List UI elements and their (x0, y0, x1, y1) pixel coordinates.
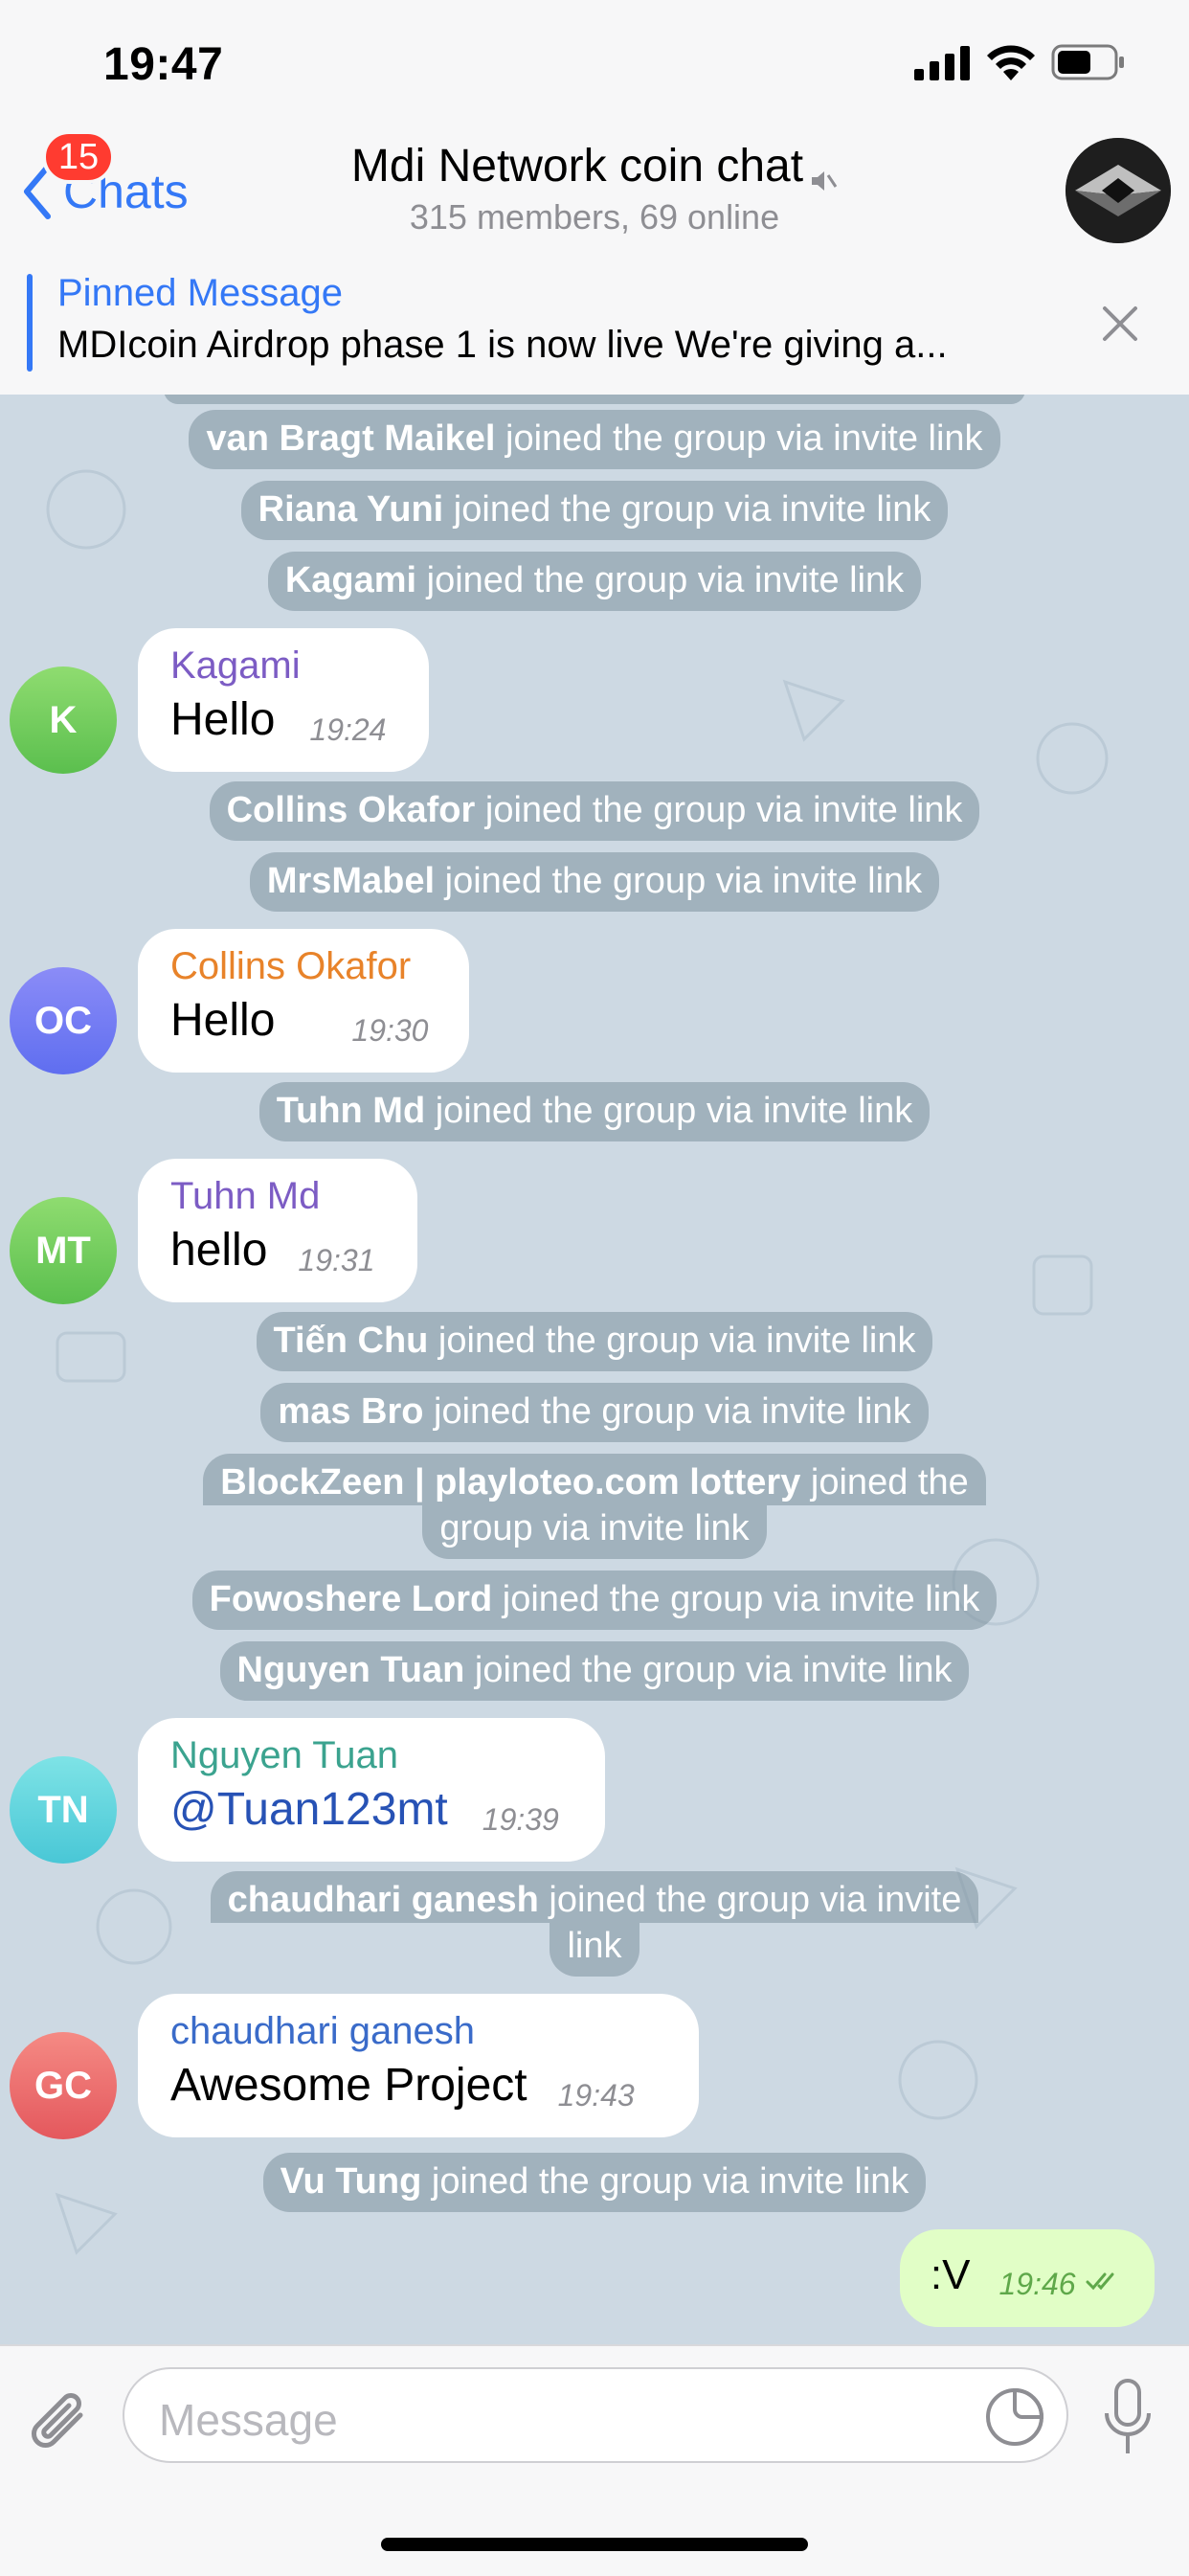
service-user[interactable]: mas Bro (278, 1391, 423, 1432)
message-bubble[interactable]: chaudhari ganesh Awesome Project 19:43 (138, 1994, 699, 2137)
service-message: Fowoshere Lord joined the group via invi… (0, 1570, 1189, 1630)
close-icon[interactable] (1099, 303, 1141, 345)
paperclip-icon[interactable] (27, 2386, 94, 2463)
service-text: joined the group via invite link (492, 1579, 980, 1619)
sender-name[interactable]: Collins Okafor (170, 942, 437, 990)
message-bubble[interactable]: Kagami Hello 19:24 (138, 628, 429, 772)
chat-title-text: Mdi Network coin chat (350, 141, 804, 192)
sender-name[interactable]: Kagami (170, 642, 396, 689)
sender-name[interactable]: Nguyen Tuan (170, 1731, 572, 1779)
service-text: joined the group via invite (538, 1880, 962, 1920)
group-logo-icon (1066, 138, 1171, 243)
service-message: Kagami joined the group via invite link (0, 552, 1189, 611)
service-user[interactable]: van Bragt Maikel (206, 418, 495, 459)
chat-title[interactable]: Mdi Network coin chat (0, 140, 1189, 192)
service-text: joined the group via invite link (443, 489, 931, 530)
mention-link[interactable]: @Tuan123mt (170, 1784, 448, 1835)
service-message: mas Bro joined the group via invite link (0, 1383, 1189, 1442)
service-user[interactable]: Vu Tung (280, 2161, 422, 2202)
signal-icon (914, 46, 970, 80)
service-user[interactable]: Tiến Chu (274, 1321, 429, 1361)
service-user[interactable]: Nguyen Tuan (237, 1650, 465, 1690)
message-input[interactable]: Message (123, 2367, 1068, 2463)
message-text: Hello (170, 694, 276, 745)
service-text: joined the group via invite link (435, 861, 923, 901)
pinned-accent-bar (27, 274, 33, 372)
status-time: 19:47 (103, 39, 224, 90)
service-text: joined the group via invite link (495, 418, 983, 459)
speaker-muted-icon (809, 154, 838, 192)
service-text: joined the group via invite link (423, 1391, 911, 1432)
pinned-text: MDIcoin Airdrop phase 1 is now live We'r… (57, 324, 948, 366)
service-message: BlockZeen | playloteo.com lottery joined… (0, 1454, 1189, 1559)
service-user[interactable]: Kagami (285, 560, 416, 600)
service-message: Nguyen Tuan joined the group via invite … (0, 1641, 1189, 1701)
service-text: joined the group via invite link (421, 2161, 909, 2202)
home-indicator (381, 2538, 808, 2551)
service-message: Collins Okafor joined the group via invi… (0, 781, 1189, 841)
service-user[interactable]: Collins Okafor (227, 790, 476, 830)
service-user[interactable]: BlockZeen | playloteo.com lottery (220, 1462, 800, 1503)
message-time: 19:31 (298, 1243, 375, 1277)
service-text: joined the group via invite link (425, 1091, 913, 1131)
service-message: Tuhn Md joined the group via invite link (0, 1082, 1189, 1141)
avatar[interactable]: MT (10, 1197, 117, 1304)
sticker-icon[interactable] (984, 2386, 1045, 2448)
service-message: chaudhari ganesh joined the group via in… (0, 1871, 1189, 1977)
message-time: 19:39 (482, 1802, 559, 1837)
avatar[interactable]: TN (10, 1756, 117, 1864)
chat-subtitle: 315 members, 69 online (409, 197, 780, 237)
avatar[interactable]: K (10, 667, 117, 774)
message-bubble[interactable]: Collins Okafor Hello 19:30 (138, 929, 469, 1073)
message-text: hello (170, 1225, 268, 1276)
message-time: 19:24 (309, 712, 387, 747)
service-text: joined the group via invite link (416, 560, 905, 600)
message-text: Awesome Project (170, 2060, 527, 2111)
status-bar: 19:47 (0, 0, 1189, 124)
pinned-title: Pinned Message (57, 272, 343, 314)
service-message: Tiến Chu joined the group via invite lin… (0, 1312, 1189, 1371)
avatar[interactable]: GC (10, 2032, 117, 2139)
service-message: Vu Tung joined the group via invite link (0, 2153, 1189, 2212)
message-bubble[interactable]: Nguyen Tuan @Tuan123mt 19:39 (138, 1718, 605, 1862)
service-text-continued: group via invite link (422, 1505, 767, 1559)
service-message (0, 395, 1189, 409)
composer: Message (0, 2344, 1189, 2576)
wifi-icon (987, 45, 1035, 80)
avatar[interactable]: OC (10, 967, 117, 1074)
message-time: 19:43 (557, 2078, 635, 2113)
message-bubble[interactable]: Tuhn Md hello 19:31 (138, 1159, 417, 1302)
service-user[interactable]: Fowoshere Lord (210, 1579, 493, 1619)
message-time: 19:46 (998, 2267, 1076, 2301)
pinned-message[interactable]: Pinned Message MDIcoin Airdrop phase 1 i… (0, 253, 1189, 396)
message-list[interactable]: van Bragt Maikel joined the group via in… (0, 395, 1189, 2344)
message-time: 19:30 (351, 1013, 429, 1048)
service-message: Riana Yuni joined the group via invite l… (0, 481, 1189, 540)
double-check-icon (1086, 2272, 1114, 2291)
service-text-continued: link (550, 1923, 639, 1977)
service-user[interactable]: Riana Yuni (258, 489, 444, 530)
sender-name[interactable]: chaudhari ganesh (170, 2007, 666, 2055)
service-user[interactable]: MrsMabel (267, 861, 435, 901)
message-text: Hello (170, 995, 276, 1046)
battery-icon (1051, 44, 1124, 80)
service-message: van Bragt Maikel joined the group via in… (0, 410, 1189, 469)
message-text: :V (930, 2251, 971, 2298)
service-text: joined the (800, 1462, 969, 1503)
service-message: MrsMabel joined the group via invite lin… (0, 852, 1189, 912)
chat-header: Chats 15 Mdi Network coin chat 315 membe… (0, 124, 1189, 255)
message-placeholder: Message (159, 2395, 338, 2445)
group-avatar[interactable] (1066, 138, 1171, 243)
microphone-icon[interactable] (1101, 2377, 1155, 2459)
service-text: joined the group via invite link (475, 790, 963, 830)
service-user[interactable]: chaudhari ganesh (228, 1880, 539, 1920)
service-text: joined the group via invite link (428, 1321, 916, 1361)
service-user[interactable]: Tuhn Md (277, 1091, 425, 1131)
outgoing-message-bubble[interactable]: :V 19:46 (899, 2229, 1155, 2327)
sender-name[interactable]: Tuhn Md (170, 1172, 385, 1220)
service-text: joined the group via invite link (464, 1650, 953, 1690)
